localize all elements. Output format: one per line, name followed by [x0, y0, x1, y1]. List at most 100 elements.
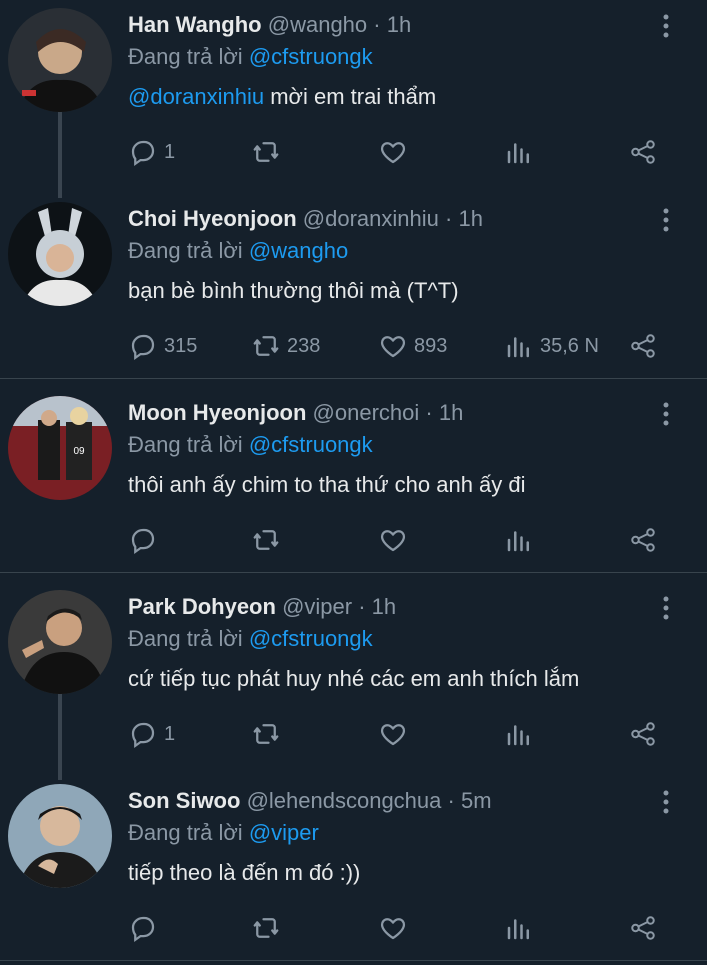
views-chart-icon — [507, 531, 529, 552]
retweet-button[interactable]: 238 — [251, 330, 320, 362]
tweet-text: cứ tiếp tục phát huy nhé các em anh thíc… — [128, 666, 579, 692]
timestamp[interactable]: 1h — [372, 594, 396, 619]
body-text: mời em trai thẩm — [264, 84, 437, 109]
like-count: 893 — [414, 334, 448, 357]
more-vertical-icon[interactable] — [652, 206, 680, 234]
replying-to-mention[interactable]: @cfstruongk — [249, 432, 373, 457]
tweet-header: Moon Hyeonjoon @onerchoi · 1h — [128, 400, 463, 426]
views-button[interactable] — [504, 912, 540, 944]
like-button[interactable]: 893 — [378, 330, 447, 362]
divider — [0, 960, 707, 961]
view-count: 35,6 N — [540, 334, 599, 357]
separator-dot: · — [447, 788, 455, 813]
user-handle[interactable]: @viper — [282, 594, 352, 619]
timestamp[interactable]: 1h — [458, 206, 482, 231]
views-button[interactable] — [504, 718, 540, 750]
avatar[interactable] — [8, 784, 112, 888]
avatar[interactable] — [8, 8, 112, 112]
reply-button[interactable] — [128, 912, 164, 944]
like-button[interactable] — [378, 718, 414, 750]
timestamp[interactable]: 1h — [439, 400, 463, 425]
display-name[interactable]: Choi Hyeonjoon — [128, 206, 297, 231]
reply-icon — [131, 722, 155, 749]
retweet-icon — [253, 530, 279, 550]
reply-button[interactable]: 1 — [128, 136, 175, 168]
more-vertical-icon[interactable] — [652, 594, 680, 622]
separator-dot: · — [358, 594, 366, 619]
tweet-text: @doranxinhiu mời em trai thẩm — [128, 84, 436, 110]
views-button[interactable] — [504, 524, 540, 556]
retweet-button[interactable] — [251, 136, 287, 168]
share-button[interactable] — [628, 912, 658, 944]
tweet-text: tiếp theo là đến m đó :)) — [128, 860, 360, 886]
replying-to-mention[interactable]: @cfstruongk — [249, 44, 373, 69]
heart-icon — [380, 724, 406, 746]
replying-to-label: Đang trả lời — [128, 238, 243, 263]
tweet-text: bạn bè bình thường thôi mà (T^T) — [128, 278, 459, 304]
replying-to-label: Đang trả lời — [128, 626, 243, 651]
reply-button[interactable]: 315 — [128, 330, 197, 362]
replying-to-mention[interactable]: @cfstruongk — [249, 626, 373, 651]
reply-button[interactable] — [128, 524, 164, 556]
reply-button[interactable]: 1 — [128, 718, 175, 750]
replying-to: Đang trả lời @cfstruongk — [128, 44, 373, 70]
tweet[interactable]: Son Siwoo @lehendscongchua · 5m Đang trả… — [0, 776, 707, 960]
replying-to: Đang trả lời @cfstruongk — [128, 432, 373, 458]
tweet[interactable]: Han Wangho @wangho · 1h Đang trả lời @cf… — [0, 0, 707, 198]
retweet-button[interactable] — [251, 524, 287, 556]
tweet[interactable]: Park Dohyeon @viper · 1h Đang trả lời @c… — [0, 582, 707, 780]
views-button[interactable] — [504, 136, 540, 168]
replying-to-mention[interactable]: @wangho — [249, 238, 348, 263]
replying-to: Đang trả lời @viper — [128, 820, 319, 846]
retweet-icon — [253, 918, 279, 938]
tweet[interactable]: Choi Hyeonjoon @doranxinhiu · 1h Đang tr… — [0, 194, 707, 378]
more-vertical-icon[interactable] — [652, 400, 680, 428]
views-button[interactable]: 35,6 N — [504, 330, 599, 362]
timestamp[interactable]: 1h — [387, 12, 411, 37]
heart-icon — [380, 142, 406, 164]
heart-icon — [380, 336, 406, 358]
display-name[interactable]: Han Wangho — [128, 12, 262, 37]
share-button[interactable] — [628, 718, 658, 750]
share-button[interactable] — [628, 136, 658, 168]
reply-icon — [131, 140, 155, 167]
replying-to-label: Đang trả lời — [128, 820, 243, 845]
display-name[interactable]: Park Dohyeon — [128, 594, 276, 619]
views-chart-icon — [507, 725, 529, 746]
body-mention[interactable]: @doranxinhiu — [128, 84, 264, 109]
heart-icon — [380, 918, 406, 940]
like-button[interactable] — [378, 524, 414, 556]
tweet-header: Park Dohyeon @viper · 1h — [128, 594, 396, 620]
user-handle[interactable]: @wangho — [268, 12, 367, 37]
tweet-header: Son Siwoo @lehendscongchua · 5m — [128, 788, 492, 814]
tweet-text: thôi anh ấy chim to tha thứ cho anh ấy đ… — [128, 472, 526, 498]
retweet-count: 238 — [287, 334, 321, 357]
tweet[interactable]: 09 Moon Hyeonjoon @onerchoi · 1h Đang tr… — [0, 388, 707, 572]
user-handle[interactable]: @onerchoi — [313, 400, 420, 425]
divider — [0, 378, 707, 379]
avatar[interactable] — [8, 590, 112, 694]
reply-icon — [131, 334, 155, 361]
share-icon — [631, 722, 655, 746]
body-text: tiếp theo là đến m đó :)) — [128, 860, 361, 885]
like-button[interactable] — [378, 912, 414, 944]
body-text: bạn bè bình thường thôi mà (T^T) — [128, 278, 459, 303]
reply-count: 315 — [164, 334, 198, 357]
user-handle[interactable]: @lehendscongchua — [247, 788, 442, 813]
share-button[interactable] — [628, 330, 658, 362]
share-button[interactable] — [628, 524, 658, 556]
timestamp[interactable]: 5m — [461, 788, 492, 813]
more-vertical-icon[interactable] — [652, 12, 680, 40]
share-icon — [631, 916, 655, 940]
share-icon — [631, 140, 655, 164]
retweet-button[interactable] — [251, 718, 287, 750]
replying-to-mention[interactable]: @viper — [249, 820, 319, 845]
avatar[interactable] — [8, 202, 112, 306]
avatar[interactable]: 09 — [8, 396, 112, 500]
like-button[interactable] — [378, 136, 414, 168]
display-name[interactable]: Son Siwoo — [128, 788, 240, 813]
user-handle[interactable]: @doranxinhiu — [303, 206, 439, 231]
more-vertical-icon[interactable] — [652, 788, 680, 816]
retweet-button[interactable] — [251, 912, 287, 944]
display-name[interactable]: Moon Hyeonjoon — [128, 400, 306, 425]
